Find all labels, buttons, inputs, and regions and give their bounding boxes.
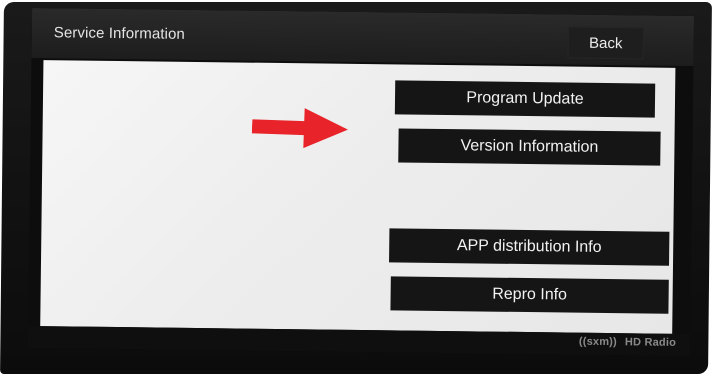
repro-info-button[interactable]: Repro Info xyxy=(390,276,669,314)
content-panel: Program Update Version Information APP d… xyxy=(40,60,676,334)
red-arrow-icon xyxy=(251,108,348,149)
screen-title: Service Information xyxy=(53,24,186,43)
red-arrow-shape xyxy=(251,108,348,149)
title-bar: Service Information Back xyxy=(31,7,695,67)
hd-radio-logo: HD Radio xyxy=(624,336,677,349)
version-information-button[interactable]: Version Information xyxy=(398,128,661,166)
head-unit-screen: Service Information Back Program Update … xyxy=(27,7,695,357)
sxm-logo: ((sxm)) xyxy=(578,335,618,349)
app-distribution-info-button[interactable]: APP distribution Info xyxy=(389,228,670,266)
back-button[interactable]: Back xyxy=(567,26,644,60)
status-logos: ((sxm)) HD Radio xyxy=(579,336,676,349)
program-update-button[interactable]: Program Update xyxy=(394,80,656,118)
